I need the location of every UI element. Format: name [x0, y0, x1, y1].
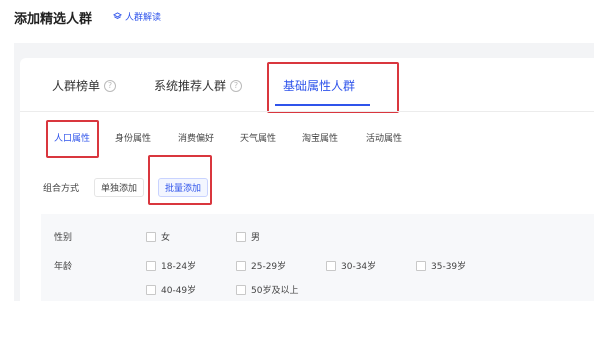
checkbox[interactable] — [236, 284, 246, 295]
checkbox[interactable] — [416, 260, 426, 271]
option-label: 40-49岁 — [161, 286, 197, 296]
age-option-35-39[interactable]: 35-39岁 — [416, 259, 466, 272]
option-label: 18-24岁 — [161, 262, 197, 272]
tabs-divider — [20, 111, 594, 112]
subtab-taobao[interactable]: 淘宝属性 — [302, 131, 338, 144]
checkbox[interactable] — [146, 284, 156, 295]
filter-panel — [41, 214, 594, 301]
gender-option-male[interactable]: 男 — [236, 230, 260, 243]
help-icon[interactable]: ? — [230, 79, 243, 92]
highlight-box-subtab — [46, 120, 99, 158]
checkbox[interactable] — [146, 231, 156, 242]
age-label: 年龄 — [54, 262, 73, 272]
checkbox[interactable] — [236, 260, 246, 271]
crowd-explain-label: 人群解读 — [125, 13, 162, 23]
subtab-activity[interactable]: 活动属性 — [366, 131, 402, 144]
gender-label: 性别 — [54, 233, 73, 243]
tab-label: 人群榜单 — [52, 79, 101, 93]
single-add-button[interactable]: 单独添加 — [94, 178, 145, 197]
tab-crowd-ranking[interactable]: 人群榜单 ? — [52, 77, 117, 94]
highlight-box-tab — [267, 62, 399, 113]
age-option-40-49[interactable]: 40-49岁 — [146, 283, 196, 296]
age-option-30-34[interactable]: 30-34岁 — [326, 259, 376, 272]
option-label: 女 — [161, 233, 171, 243]
crowd-explain-link[interactable]: 人群解读 — [113, 10, 161, 23]
combo-label: 组合方式 — [43, 184, 80, 194]
help-icon[interactable]: ? — [104, 79, 117, 92]
checkbox[interactable] — [326, 260, 336, 271]
option-label: 35-39岁 — [431, 262, 467, 272]
page-title: 添加精选人群 — [14, 12, 93, 27]
option-label: 50岁及以上 — [251, 286, 299, 296]
age-option-25-29[interactable]: 25-29岁 — [236, 259, 286, 272]
option-label: 25-29岁 — [251, 262, 287, 272]
subtab-weather[interactable]: 天气属性 — [240, 131, 276, 144]
checkbox[interactable] — [236, 231, 246, 242]
option-label: 30-34岁 — [341, 262, 377, 272]
age-option-18-24[interactable]: 18-24岁 — [146, 259, 196, 272]
subtab-consumption[interactable]: 消费偏好 — [178, 131, 214, 144]
age-option-50-plus[interactable]: 50岁及以上 — [236, 283, 298, 296]
option-label: 男 — [251, 233, 261, 243]
layers-icon — [113, 12, 122, 19]
gender-option-female[interactable]: 女 — [146, 230, 170, 243]
highlight-box-batch — [148, 155, 212, 205]
tab-label: 系统推荐人群 — [154, 79, 227, 93]
tab-system-recommended[interactable]: 系统推荐人群 ? — [154, 77, 243, 94]
checkbox[interactable] — [146, 260, 156, 271]
subtab-identity[interactable]: 身份属性 — [115, 131, 151, 144]
